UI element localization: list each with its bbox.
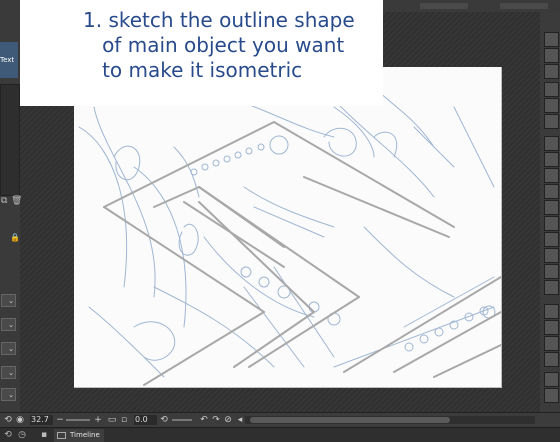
panel-button[interactable] (544, 64, 559, 79)
tutorial-caption-card: 1. sketch the outline shape of main obje… (20, 0, 383, 106)
zoom-slider[interactable] (66, 419, 90, 421)
timeline-icon (57, 432, 66, 439)
panel-grip[interactable] (500, 3, 548, 9)
rotate-reset-icon[interactable]: ⟲ (2, 414, 14, 426)
caption-text: 1. sketch the outline shape of main obje… (83, 8, 355, 82)
rotation-slider[interactable] (172, 419, 192, 421)
panel-button[interactable] (544, 372, 559, 387)
drawing-canvas[interactable] (74, 67, 502, 388)
panel-button[interactable] (544, 32, 559, 47)
lock-icon[interactable]: 🔒 (10, 233, 20, 242)
horizontal-scrollbar-thumb[interactable] (250, 417, 450, 423)
panel-button[interactable] (544, 98, 559, 113)
panel-button[interactable] (544, 136, 559, 151)
isometric-sketch (78, 76, 501, 386)
tool-property-area (0, 84, 20, 196)
rotate-ccw-icon[interactable]: ↶ (198, 414, 210, 426)
color-dropdown[interactable]: ⌄ (1, 366, 16, 379)
opacity-dropdown[interactable]: ⌄ (1, 318, 16, 331)
bottom-tab-bar: ⟲ ◷ ▪ Timeline (0, 427, 560, 442)
text-tool-button[interactable]: Text (0, 42, 18, 78)
panel-menu-icon[interactable]: ▪ (38, 429, 50, 441)
panel-button[interactable] (544, 352, 559, 367)
panel-button[interactable] (544, 280, 559, 295)
panel-button[interactable] (544, 48, 559, 63)
blend-dropdown[interactable]: ⌄ (1, 294, 16, 307)
panel-button[interactable] (544, 232, 559, 247)
layer-dropdown[interactable]: ⌄ (1, 342, 16, 355)
zoom-in-icon[interactable]: + (92, 414, 104, 426)
trash-icon[interactable]: 🗑 (11, 196, 22, 206)
clock-icon[interactable]: ◷ (16, 429, 28, 441)
panel-button[interactable] (544, 320, 559, 335)
panel-button[interactable] (544, 264, 559, 279)
rotate-left-icon[interactable]: ⟲ (158, 414, 170, 426)
tab-timeline-label: Timeline (70, 431, 100, 439)
panel-button[interactable] (544, 304, 559, 319)
rotation-angle-input[interactable]: 0.0 (134, 415, 157, 425)
panel-button[interactable] (544, 216, 559, 231)
reset-rotation-icon[interactable]: ⊘ (222, 414, 234, 426)
panel-button[interactable] (544, 200, 559, 215)
mode-dropdown[interactable]: ⌄ (1, 388, 16, 401)
right-tool-panel (540, 12, 560, 412)
panel-grip[interactable] (420, 3, 468, 9)
actual-size-icon[interactable]: ▫ (118, 414, 130, 426)
panel-button[interactable] (544, 82, 559, 97)
panel-button[interactable] (544, 114, 559, 129)
panel-button[interactable] (544, 388, 559, 403)
panel-button[interactable] (544, 336, 559, 351)
tab-timeline[interactable]: Timeline (54, 429, 104, 442)
zoom-out-icon[interactable]: − (54, 414, 66, 426)
duplicate-icon[interactable]: ⧉ (1, 196, 7, 206)
canvas-status-bar: ⟲ ◉ 32.7 − + ▭ ▫ 0.0 ⟲ ↶ ↷ ⊘ ◂ (0, 412, 560, 427)
panel-button[interactable] (544, 184, 559, 199)
panel-button[interactable] (544, 248, 559, 263)
text-tool-label: Text (0, 56, 15, 64)
left-tool-panel: Text ⧉ 🗑 🔒 ⌄ ⌄ ⌄ ⌄ ⌄ (0, 12, 22, 412)
navigator-icon[interactable]: ◉ (14, 414, 26, 426)
zoom-input[interactable]: 32.7 (30, 415, 53, 425)
rotate-cw-icon[interactable]: ↷ (210, 414, 222, 426)
fit-icon[interactable]: ▭ (106, 414, 118, 426)
panel-button[interactable] (544, 152, 559, 167)
panel-button[interactable] (544, 168, 559, 183)
rotate-icon[interactable]: ⟲ (2, 429, 14, 441)
